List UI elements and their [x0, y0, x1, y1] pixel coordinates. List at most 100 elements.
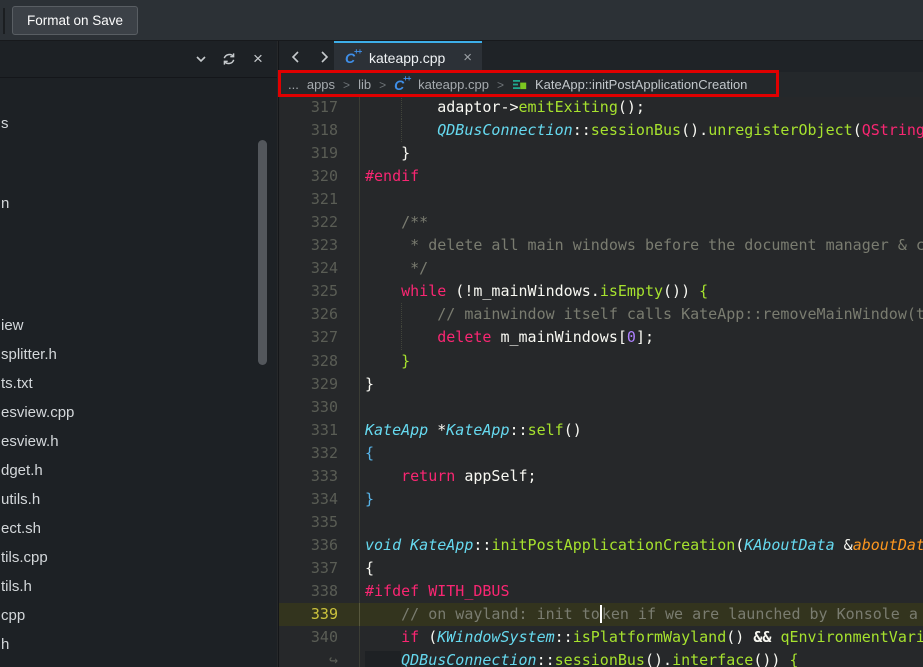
back-icon[interactable] — [287, 48, 305, 66]
line-number[interactable]: 336 — [279, 534, 360, 557]
code-text[interactable]: * delete all main windows before the doc… — [360, 234, 923, 257]
code-text[interactable]: delete m_mainWindows[0]; — [360, 326, 923, 349]
tree-item[interactable]: ts.txt — [1, 375, 33, 392]
line-number[interactable]: 319 — [279, 142, 360, 165]
line-number[interactable]: 321 — [279, 188, 360, 211]
code-line[interactable]: 331KateApp *KateApp::self() — [279, 419, 923, 442]
code-line[interactable]: 327 delete m_mainWindows[0]; — [279, 326, 923, 349]
line-number[interactable]: 335 — [279, 511, 360, 534]
line-number[interactable]: 322 — [279, 211, 360, 234]
code-text[interactable]: } — [360, 373, 923, 396]
code-line[interactable]: 322 /** — [279, 211, 923, 234]
code-text[interactable]: adaptor->emitExiting(); — [360, 96, 923, 119]
code-text[interactable]: KateApp *KateApp::self() — [360, 419, 923, 442]
tree-item[interactable]: utils.h — [1, 491, 40, 508]
tree-item[interactable]: esview.h — [1, 433, 59, 450]
code-text[interactable]: // mainwindow itself calls KateApp::remo… — [360, 303, 923, 326]
line-number[interactable]: 324 — [279, 257, 360, 280]
line-number[interactable]: 329 — [279, 373, 360, 396]
tree-item[interactable]: dget.h — [1, 462, 43, 479]
breadcrumb-segment[interactable]: apps — [307, 77, 335, 92]
code-line[interactable]: 329} — [279, 373, 923, 396]
line-number[interactable]: 337 — [279, 557, 360, 580]
tree-item[interactable]: cpp — [1, 607, 25, 624]
code-line[interactable]: 319 } — [279, 142, 923, 165]
line-number[interactable]: 317 — [279, 96, 360, 119]
line-number[interactable]: 334 — [279, 488, 360, 511]
breadcrumb-segment[interactable]: ... — [288, 77, 299, 92]
code-text[interactable]: if (KWindowSystem::isPlatformWayland() &… — [360, 626, 923, 649]
code-text[interactable]: #ifdef WITH_DBUS — [360, 580, 923, 603]
tree-item[interactable]: tils.cpp — [1, 549, 48, 566]
code-line[interactable]: 338#ifdef WITH_DBUS — [279, 580, 923, 603]
tree-item[interactable]: esview.cpp — [1, 404, 74, 421]
code-lines[interactable]: 317 adaptor->emitExiting();318 QDBusConn… — [279, 96, 923, 667]
line-number[interactable]: 323 — [279, 234, 360, 257]
code-line[interactable]: 325 while (!m_mainWindows.isEmpty()) { — [279, 280, 923, 303]
close-panel-icon[interactable]: × — [249, 50, 267, 68]
code-line[interactable]: 335 — [279, 511, 923, 534]
code-line[interactable]: 324 */ — [279, 257, 923, 280]
code-line[interactable]: 328 } — [279, 350, 923, 373]
tree-item[interactable]: ect.sh — [1, 520, 41, 537]
format-on-save-button[interactable]: Format on Save — [12, 6, 138, 35]
line-number[interactable]: 331 — [279, 419, 360, 442]
code-text[interactable]: // on wayland: init token if we are laun… — [360, 603, 923, 626]
code-text[interactable]: */ — [360, 257, 923, 280]
code-line[interactable]: 337{ — [279, 557, 923, 580]
forward-icon[interactable] — [315, 48, 333, 66]
line-number[interactable]: 318 — [279, 119, 360, 142]
tree-item[interactable]: s — [1, 115, 9, 132]
code-line[interactable]: 321 — [279, 188, 923, 211]
line-number[interactable]: 327 — [279, 326, 360, 349]
code-line[interactable]: 333 return appSelf; — [279, 465, 923, 488]
code-line[interactable]: 326 // mainwindow itself calls KateApp::… — [279, 303, 923, 326]
code-line[interactable]: 320#endif — [279, 165, 923, 188]
line-number[interactable]: 330 — [279, 396, 360, 419]
line-number[interactable]: 328 — [279, 350, 360, 373]
breadcrumb-segment[interactable]: kateapp.cpp — [418, 77, 489, 92]
tree-item[interactable]: h — [1, 636, 9, 653]
breadcrumb-segment[interactable]: KateApp::initPostApplicationCreation — [535, 77, 747, 92]
code-line[interactable]: 336void KateApp::initPostApplicationCrea… — [279, 534, 923, 557]
tree-item[interactable]: splitter.h — [1, 346, 57, 363]
code-text[interactable] — [360, 188, 923, 211]
code-text[interactable]: return appSelf; — [360, 465, 923, 488]
tree-item[interactable]: iew — [1, 317, 24, 334]
line-number[interactable]: 339 — [279, 603, 360, 626]
code-line[interactable]: 317 adaptor->emitExiting(); — [279, 96, 923, 119]
code-text[interactable]: void KateApp::initPostApplicationCreatio… — [360, 534, 923, 557]
line-number[interactable]: 332 — [279, 442, 360, 465]
refresh-icon[interactable] — [220, 50, 238, 68]
code-text[interactable]: /** — [360, 211, 923, 234]
tree-item[interactable]: n — [1, 195, 9, 212]
code-text[interactable]: { — [360, 442, 923, 465]
code-text[interactable]: #endif — [360, 165, 923, 188]
code-line-current[interactable]: 339 // on wayland: init token if we are … — [279, 603, 923, 626]
line-number[interactable]: 320 — [279, 165, 360, 188]
line-number[interactable]: 338 — [279, 580, 360, 603]
chevron-down-icon[interactable] — [192, 50, 210, 68]
tab-kateapp-cpp[interactable]: C ++ kateapp.cpp × — [334, 41, 482, 72]
code-line[interactable]: 334} — [279, 488, 923, 511]
code-text[interactable]: QDBusConnection::sessionBus().interface(… — [360, 649, 923, 667]
tab-close-icon[interactable]: × — [463, 50, 472, 65]
code-line[interactable]: 323 * delete all main windows before the… — [279, 234, 923, 257]
code-text[interactable]: while (!m_mainWindows.isEmpty()) { — [360, 280, 923, 303]
wrap-marker[interactable]: ↪ — [279, 649, 360, 667]
code-line[interactable]: ↪ QDBusConnection::sessionBus().interfac… — [279, 649, 923, 667]
code-text[interactable]: } — [360, 488, 923, 511]
code-text[interactable]: { — [360, 557, 923, 580]
code-text[interactable]: } — [360, 350, 923, 373]
sidebar-scrollbar-thumb[interactable] — [258, 140, 267, 365]
code-line[interactable]: 330 — [279, 396, 923, 419]
code-text[interactable]: QDBusConnection::sessionBus().unregister… — [360, 119, 923, 142]
code-text[interactable]: } — [360, 142, 923, 165]
breadcrumb-segment[interactable]: lib — [358, 77, 371, 92]
line-number[interactable]: 325 — [279, 280, 360, 303]
line-number[interactable]: 340 — [279, 626, 360, 649]
line-number[interactable]: 326 — [279, 303, 360, 326]
code-line[interactable]: 332{ — [279, 442, 923, 465]
code-line[interactable]: 318 QDBusConnection::sessionBus().unregi… — [279, 119, 923, 142]
tree-item[interactable]: tils.h — [1, 578, 32, 595]
